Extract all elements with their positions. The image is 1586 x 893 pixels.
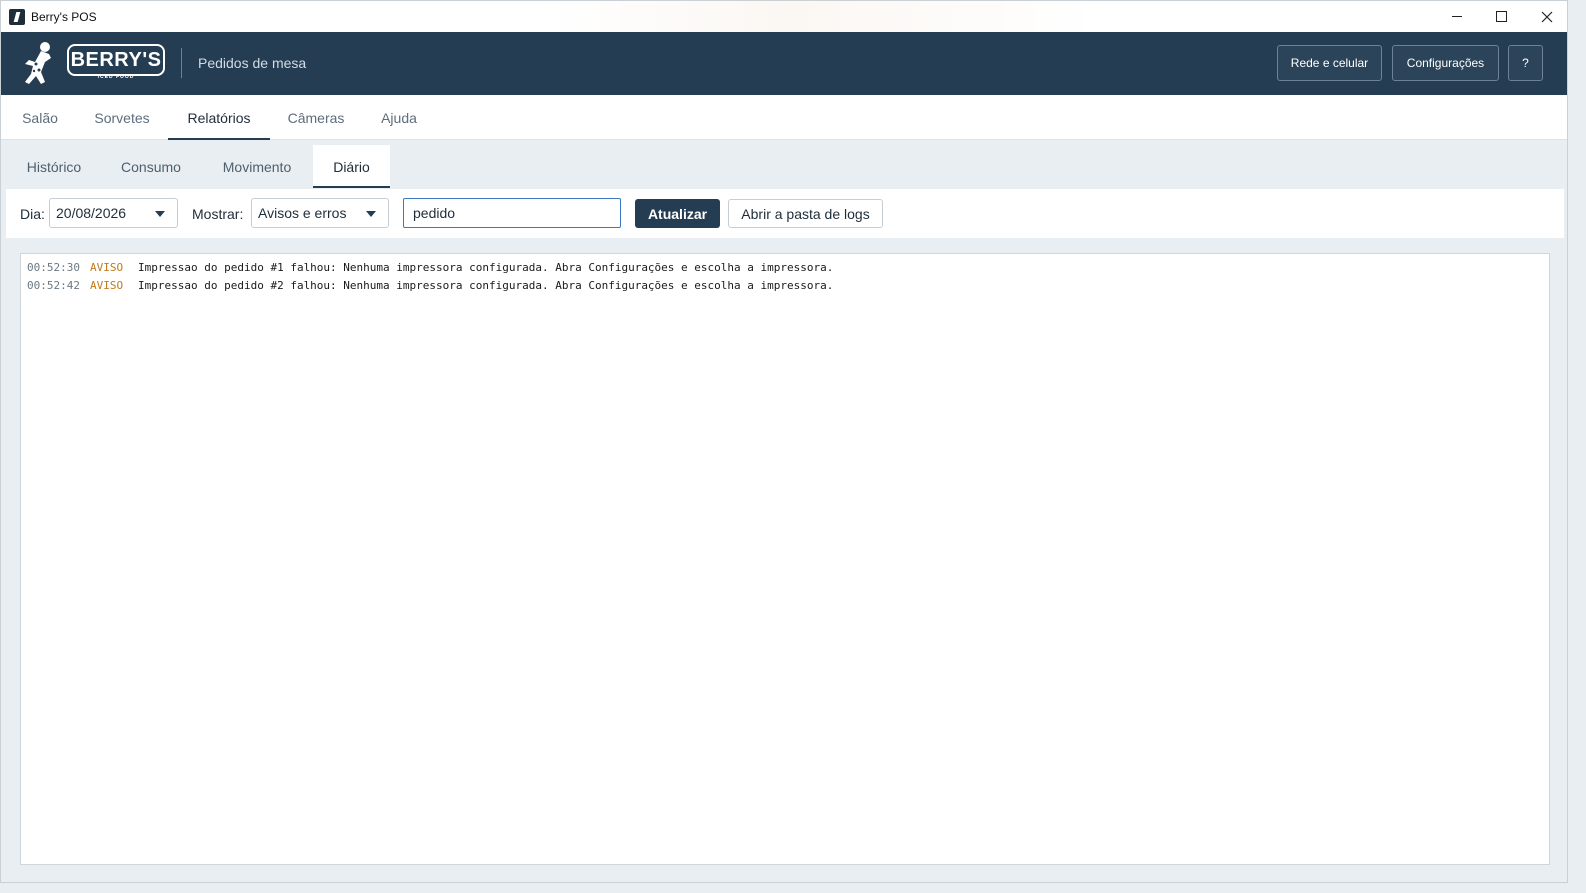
brand-logo-subtext: ICED FOOD [97, 74, 135, 80]
search-input[interactable] [403, 198, 621, 228]
chevron-down-icon [366, 211, 376, 217]
main-tabs: Salão Sorvetes Relatórios Câmeras Ajuda [1, 95, 1567, 140]
window-controls [1434, 1, 1567, 32]
day-label: Dia: [20, 206, 45, 222]
header-divider [181, 48, 182, 78]
header-subtitle: Pedidos de mesa [198, 55, 307, 71]
tab-ajuda[interactable]: Ajuda [369, 95, 429, 140]
log-time: 00:52:42 [27, 278, 80, 292]
subtab-historico[interactable]: Histórico [13, 145, 95, 188]
log-time: 00:52:30 [27, 260, 80, 274]
app-header: BERRY'S ICED FOOD Pedidos de mesa Rede e… [1, 32, 1567, 95]
log-message: Impressao do pedido #1 falhou: Nenhuma i… [138, 260, 834, 274]
mascot-logo-icon [25, 42, 51, 84]
title-bar: Berry's POS [1, 1, 1567, 32]
show-label: Mostrar: [192, 206, 244, 222]
day-select-value: 20/08/2026 [56, 205, 127, 221]
close-button[interactable] [1524, 1, 1567, 32]
subtab-movimento[interactable]: Movimento [208, 145, 306, 188]
window-title: Berry's POS [31, 9, 97, 24]
help-button[interactable]: ? [1508, 45, 1543, 81]
log-level: AVISO [90, 278, 124, 292]
refresh-button[interactable]: Atualizar [635, 199, 720, 228]
log-toolbar: Dia: 20/08/2026 Mostrar: Avisos e erros … [6, 189, 1564, 238]
show-filter-value: Avisos e erros [258, 205, 347, 221]
log-message: Impressao do pedido #2 falhou: Nenhuma i… [138, 278, 834, 292]
open-logs-folder-button[interactable]: Abrir a pasta de logs [728, 199, 883, 228]
subtab-diario[interactable]: Diário [313, 145, 390, 188]
subtab-consumo[interactable]: Consumo [108, 145, 194, 188]
log-entry: 00:52:30 AVISO Impressao do pedido #1 fa… [27, 258, 1543, 276]
chevron-down-icon [155, 211, 165, 217]
settings-button[interactable]: Configurações [1392, 45, 1499, 81]
app-window: Berry's POS BERRY'S ICED FOOD Pedidos de… [0, 0, 1568, 883]
minimize-button[interactable] [1434, 1, 1479, 32]
app-icon [9, 8, 25, 25]
tab-cameras[interactable]: Câmeras [277, 95, 355, 140]
close-icon [1541, 11, 1552, 22]
day-select[interactable]: 20/08/2026 [49, 198, 178, 228]
log-level: AVISO [90, 260, 124, 274]
log-entry: 00:52:42 AVISO Impressao do pedido #2 fa… [27, 276, 1543, 294]
show-filter-select[interactable]: Avisos e erros [251, 198, 389, 228]
log-viewer[interactable]: 00:52:30 AVISO Impressao do pedido #1 fa… [20, 253, 1550, 865]
brand-logo: BERRY'S [67, 44, 165, 76]
sub-tabs: Histórico Consumo Movimento Diário [1, 141, 1567, 188]
network-button[interactable]: Rede e celular [1277, 45, 1382, 81]
tab-salao[interactable]: Salão [13, 95, 67, 140]
tab-relatorios[interactable]: Relatórios [168, 95, 270, 140]
tab-sorvetes[interactable]: Sorvetes [83, 95, 161, 140]
maximize-button[interactable] [1479, 1, 1524, 32]
